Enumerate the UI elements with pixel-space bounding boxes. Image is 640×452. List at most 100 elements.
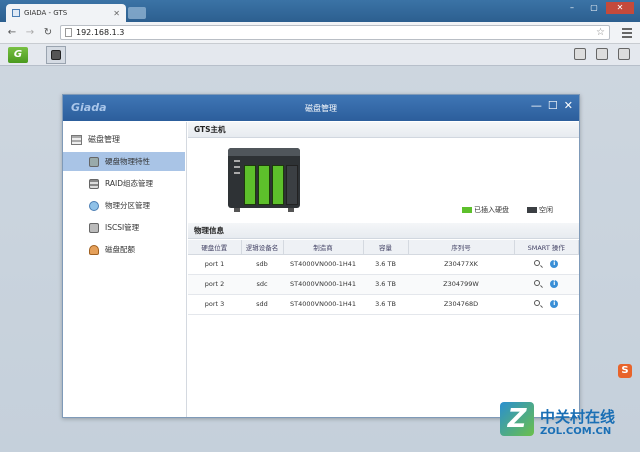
dialog-minimize-button[interactable]: — (531, 99, 542, 113)
cell-smart: i (514, 294, 579, 315)
column-header[interactable]: 容量 (363, 240, 409, 255)
browser-titlebar: GIADA - GTS ✕ – ▢ ✕ (0, 0, 640, 22)
disk-icon (51, 50, 61, 60)
minimize-window-button[interactable]: – (562, 2, 582, 14)
sidebar-header: 磁盘管理 (71, 134, 120, 145)
sidebar-item-partition[interactable]: 物理分区管理 (63, 196, 187, 215)
cell-port: port 1 (188, 254, 241, 275)
disk-bay-2[interactable] (258, 165, 270, 205)
cell-capacity: 3.6 TB (363, 274, 408, 295)
table-row[interactable]: port 3 sdd ST4000VN000-1H41 3.6 TB Z3047… (188, 294, 579, 315)
zol-logo: Z (500, 402, 534, 436)
bookmark-star-icon[interactable]: ☆ (596, 27, 605, 38)
disk-array-icon (71, 134, 82, 145)
cell-maker: ST4000VN000-1H41 (283, 254, 363, 275)
user-quota-icon (89, 244, 99, 255)
iscsi-icon (89, 222, 99, 233)
disk-bay-3[interactable] (272, 165, 284, 205)
cell-serial: Z304768D (408, 294, 514, 315)
power-icon[interactable] (618, 48, 630, 60)
nas-device-image (228, 148, 300, 212)
cell-smart: i (514, 274, 579, 295)
smart-scan-icon[interactable] (534, 300, 541, 306)
giada-home-button[interactable]: G (8, 47, 28, 63)
cell-port: port 2 (188, 274, 241, 295)
smart-scan-icon[interactable] (534, 260, 541, 266)
back-arrow-icon[interactable]: ← (6, 27, 18, 38)
table-row[interactable]: port 1 sdb ST4000VN000-1H41 3.6 TB Z3047… (188, 254, 579, 275)
dialog-controls: — ☐ ✕ (531, 99, 573, 113)
main-panel: GTS主机 已插入硬盘 空闲 物理信息 硬盘位置 逻辑设备名 制造商 容量 序列… (188, 122, 579, 417)
sidebar-header-label: 磁盘管理 (88, 135, 120, 144)
zol-watermark: Z 中关村在线 ZOL.COM.CN (500, 402, 630, 442)
page-icon (65, 28, 72, 37)
url-field[interactable]: 192.168.1.3 ☆ (60, 25, 610, 40)
sidebar-item-quota[interactable]: 磁盘配额 (63, 240, 187, 259)
sidebar-item-label: 物理分区管理 (105, 201, 150, 210)
column-header[interactable]: 制造商 (283, 240, 364, 255)
sidebar-item-label: ISCSI管理 (105, 223, 140, 232)
info-icon[interactable]: i (550, 300, 559, 308)
cell-serial: Z304799W (408, 274, 514, 295)
cell-capacity: 3.6 TB (363, 294, 408, 315)
legend-inserted: 已插入硬盘 (462, 205, 509, 215)
cell-maker: ST4000VN000-1H41 (283, 294, 363, 315)
maximize-window-button[interactable]: ▢ (584, 2, 604, 14)
sidebar-item-iscsi[interactable]: ISCSI管理 (63, 218, 187, 237)
disk-bay-1[interactable] (244, 165, 256, 205)
tab-close-icon[interactable]: ✕ (113, 9, 120, 18)
cell-port: port 3 (188, 294, 241, 315)
table-header-row: 硬盘位置 逻辑设备名 制造商 容量 序列号 SMART 操作 (188, 240, 579, 255)
partition-icon (89, 200, 99, 211)
sidebar-item-physical-properties[interactable]: 硬盘物理特性 (63, 152, 185, 171)
app-toolbar: G (0, 44, 640, 66)
window-controls: – ▢ ✕ (562, 2, 634, 14)
sidebar-item-label: 硬盘物理特性 (105, 157, 150, 166)
cell-capacity: 3.6 TB (363, 254, 408, 275)
disk-table: 硬盘位置 逻辑设备名 制造商 容量 序列号 SMART 操作 port 1 sd… (188, 240, 579, 315)
smart-scan-icon[interactable] (534, 280, 541, 286)
toolbar-right-icons (574, 48, 630, 60)
new-tab-button[interactable] (128, 7, 146, 19)
disk-manager-launcher-button[interactable] (46, 46, 66, 64)
close-window-button[interactable]: ✕ (606, 2, 634, 14)
disk-bay-4[interactable] (286, 165, 298, 205)
zol-en-text: ZOL.COM.CN (540, 426, 612, 437)
browser-menu-icon[interactable] (622, 27, 632, 38)
dialog-titlebar[interactable]: Giada 磁盘管理 — ☐ ✕ (63, 95, 579, 121)
url-text: 192.168.1.3 (76, 28, 125, 37)
sogou-input-icon[interactable]: S (618, 364, 632, 378)
page-favicon-icon (12, 9, 20, 17)
sidebar-item-raid[interactable]: RAID组态管理 (63, 174, 187, 193)
legend-empty: 空闲 (527, 205, 553, 215)
cell-device: sdd (241, 294, 283, 315)
message-icon[interactable] (574, 48, 586, 60)
cell-smart: i (514, 254, 579, 275)
cell-maker: ST4000VN000-1H41 (283, 274, 363, 295)
cell-serial: Z30477XK (408, 254, 514, 275)
info-icon[interactable]: i (550, 260, 559, 268)
disk-management-dialog: Giada 磁盘管理 — ☐ ✕ 磁盘管理 硬盘物理特性 RAID组态管理 物理… (62, 94, 580, 418)
tab-title: GIADA - GTS (24, 9, 68, 17)
dialog-close-button[interactable]: ✕ (564, 99, 573, 113)
sidebar: 磁盘管理 硬盘物理特性 RAID组态管理 物理分区管理 ISCSI管理 磁盘配额 (63, 122, 187, 417)
monitor-icon[interactable] (596, 48, 608, 60)
column-header[interactable]: 硬盘位置 (188, 240, 242, 255)
browser-tab[interactable]: GIADA - GTS ✕ (6, 4, 126, 22)
zol-cn-text: 中关村在线 (540, 408, 616, 426)
dialog-maximize-button[interactable]: ☐ (548, 99, 558, 113)
hard-disk-icon (89, 156, 99, 167)
column-header[interactable]: 逻辑设备名 (241, 240, 284, 255)
forward-arrow-icon[interactable]: → (24, 27, 36, 38)
column-header[interactable]: SMART 操作 (514, 240, 579, 255)
cell-device: sdc (241, 274, 283, 295)
column-header[interactable]: 序列号 (408, 240, 515, 255)
sidebar-item-label: 磁盘配额 (105, 245, 135, 254)
reload-icon[interactable]: ↻ (42, 27, 54, 38)
cell-device: sdb (241, 254, 283, 275)
dialog-title: 磁盘管理 (305, 104, 337, 113)
table-row[interactable]: port 2 sdc ST4000VN000-1H41 3.6 TB Z3047… (188, 274, 579, 295)
sidebar-item-label: RAID组态管理 (105, 179, 154, 188)
info-icon[interactable]: i (550, 280, 559, 288)
bay-legend: 已插入硬盘 空闲 (462, 205, 553, 215)
